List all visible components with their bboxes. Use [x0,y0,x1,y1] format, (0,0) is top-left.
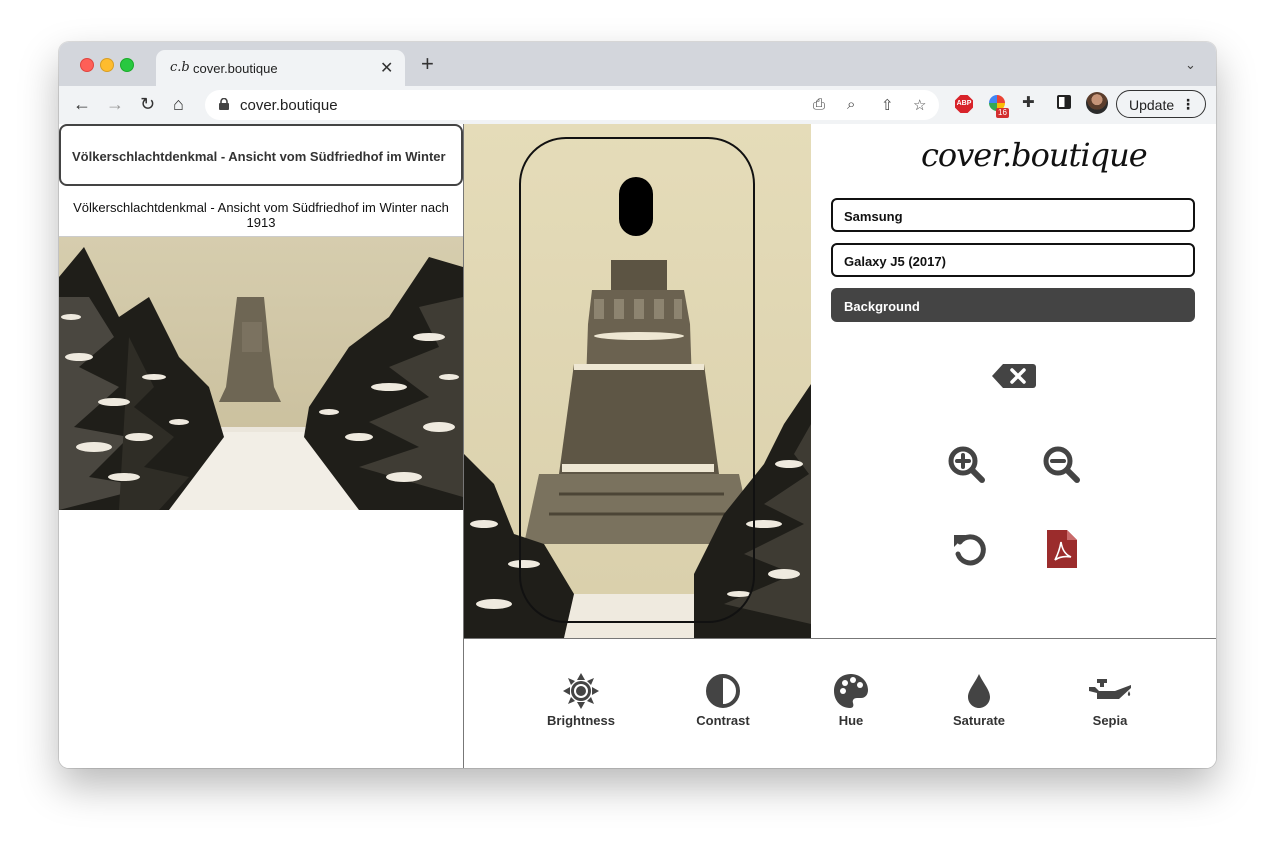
browser-tab[interactable]: c.b cover.boutique ✕ [156,50,405,86]
home-icon[interactable]: ⌂ [173,94,184,114]
extension-badge: 16 [996,108,1009,118]
tab-title: cover.boutique [193,61,278,76]
address-bar[interactable]: cover.boutique ⎙ ⌕ ⇧ ☆ [205,90,939,120]
tab-search-chevron-icon[interactable]: ⌄ [1185,57,1196,73]
side-panel-icon[interactable] [1057,95,1071,109]
palette-icon [834,674,868,708]
adblock-extension-icon[interactable]: ABP [955,95,973,113]
profile-avatar[interactable] [1086,92,1108,114]
oil-can-icon [1089,679,1131,699]
close-window-button[interactable] [80,58,94,72]
filter-contrast-label: Contrast [696,713,750,728]
droplet-icon [968,674,990,708]
browser-toolbar: ← → ↻ ⌂ cover.boutique ⎙ ⌕ ⇧ ☆ ABP 16 ✚ … [59,86,1216,125]
tab-bar: c.b cover.boutique ✕ + ⌄ [59,42,1216,86]
filter-saturate-label: Saturate [952,713,1006,728]
pdf-icon[interactable] [1047,530,1077,568]
model-select-value: Galaxy J5 (2017) [844,254,946,269]
tab-favicon-icon: c.b [170,60,190,75]
undo-icon[interactable] [951,530,989,568]
filter-hue[interactable]: Hue [791,673,911,728]
delete-icon[interactable] [991,362,1037,390]
maximize-window-button[interactable] [120,58,134,72]
zoom-in-icon[interactable] [947,445,985,483]
site-logo[interactable]: cover.boutique [921,136,1148,174]
background-label: Background [844,299,920,314]
search-input[interactable]: Völkerschlachtdenkmal - Ansicht vom Südf… [59,124,463,186]
brand-select[interactable]: Samsung [831,198,1195,232]
brand-select-value: Samsung [844,209,903,224]
filter-brightness-label: Brightness [547,713,615,728]
kebab-menu-icon[interactable]: ⋮ [1181,96,1195,113]
cover-preview-image [464,124,811,638]
filter-bar: Brightness Contrast Hue Saturate Sepia [464,638,1216,768]
editor-panel: cover.boutique Samsung Galaxy J5 (2017) … [811,124,1216,638]
background-button[interactable]: Background [831,288,1195,322]
model-select[interactable]: Galaxy J5 (2017) [831,243,1195,277]
reload-icon[interactable]: ↻ [140,94,155,114]
url-text: cover.boutique [240,97,338,114]
search-input-value: Völkerschlachtdenkmal - Ansicht vom Südf… [72,149,446,164]
zoom-out-icon[interactable] [1042,445,1080,483]
new-tab-button[interactable]: + [421,53,434,75]
bookmark-star-icon[interactable]: ☆ [913,96,926,114]
filter-contrast[interactable]: Contrast [663,673,783,728]
zoom-icon[interactable]: ⌕ [847,96,855,113]
cover-preview[interactable] [464,124,811,638]
filter-brightness[interactable]: Brightness [521,673,641,728]
result-image[interactable] [59,236,463,510]
extensions-puzzle-icon[interactable]: ✚ [1022,93,1035,111]
page-content: Völkerschlachtdenkmal - Ansicht vom Südf… [59,124,1216,768]
contrast-icon [706,674,740,708]
update-label: Update [1129,97,1175,113]
tab-close-icon[interactable]: ✕ [380,58,393,78]
search-panel: Völkerschlachtdenkmal - Ansicht vom Südf… [59,124,465,768]
filter-sepia[interactable]: Sepia [1050,673,1170,728]
minimize-window-button[interactable] [100,58,114,72]
forward-arrow-icon[interactable]: → [106,94,124,114]
update-button[interactable]: Update ⋮ [1116,90,1206,118]
lock-icon [219,98,229,110]
filter-hue-label: Hue [838,713,864,728]
share-icon[interactable]: ⇧ [881,96,894,114]
install-icon[interactable]: ⎙ [813,96,825,113]
browser-window: c.b cover.boutique ✕ + ⌄ ← → ↻ ⌂ cover.b… [59,42,1216,768]
result-title: Völkerschlachtdenkmal - Ansicht vom Südf… [73,200,449,230]
sun-icon [563,673,599,709]
filter-saturate[interactable]: Saturate [919,673,1039,728]
back-arrow-icon[interactable]: ← [73,94,91,114]
filter-sepia-label: Sepia [1092,713,1128,728]
